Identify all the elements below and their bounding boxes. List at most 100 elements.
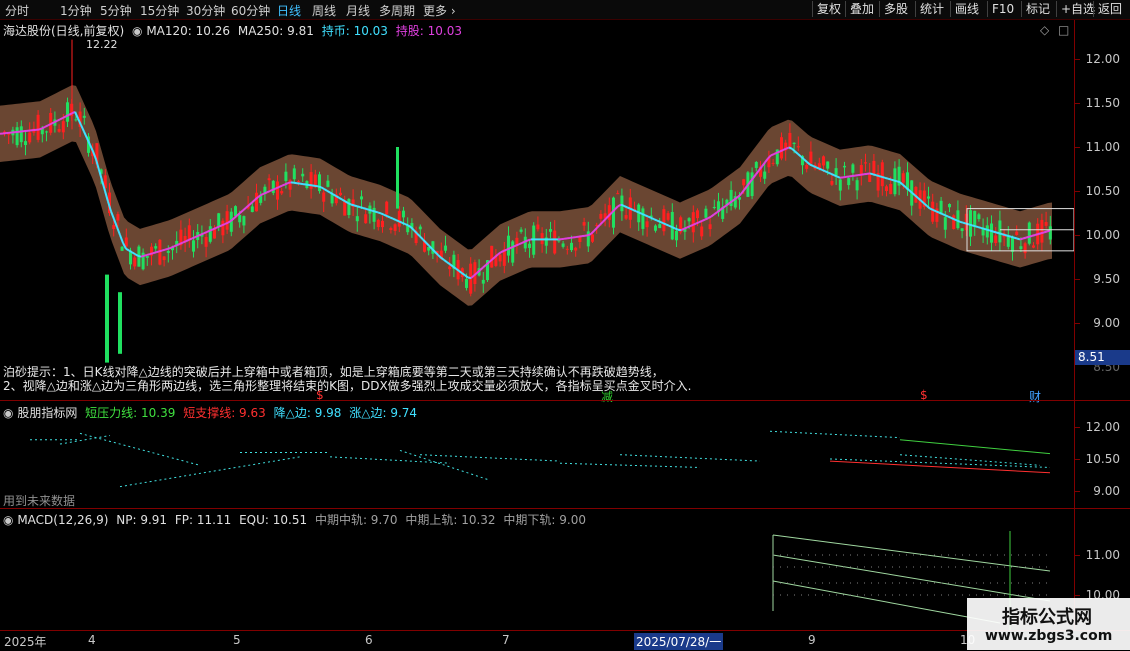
candle-body <box>755 162 758 168</box>
ma-line-segment <box>780 150 783 151</box>
tab-5min[interactable]: 5分钟 <box>100 2 132 19</box>
ma-line-segment <box>363 208 366 209</box>
candle-body <box>1040 220 1043 243</box>
draw-line-button[interactable]: 画线 <box>950 1 979 17</box>
tab-1min[interactable]: 1分钟 <box>60 2 92 19</box>
candle-body <box>83 116 86 118</box>
window-icon[interactable]: □ <box>1058 23 1069 37</box>
fuquan-button[interactable]: 复权 <box>812 1 841 17</box>
ma-line-segment <box>372 211 375 212</box>
crosshair-date-label: 2025/07/28/一 <box>634 633 723 650</box>
candle-body <box>591 234 594 241</box>
ma-line-segment <box>834 175 837 176</box>
candle-body <box>696 210 699 218</box>
overlay-button[interactable]: 叠加 <box>845 1 874 17</box>
candle-body <box>704 209 707 218</box>
ma-line-segment <box>774 153 777 154</box>
tab-weekly[interactable]: 周线 <box>312 2 336 19</box>
ma-line-segment <box>636 211 639 212</box>
settings-circle-icon[interactable]: ◉ <box>3 406 13 420</box>
ma-line-segment <box>588 234 591 235</box>
ma-line-segment <box>354 205 357 206</box>
ma-line-segment <box>633 210 636 211</box>
date-label: 7 <box>502 633 510 647</box>
candle-body <box>482 280 485 284</box>
ma-line-segment <box>1044 231 1047 232</box>
tab-30min[interactable]: 30分钟 <box>186 2 225 19</box>
candle-body <box>66 102 69 121</box>
back-button[interactable]: 返回 <box>1093 1 1122 17</box>
mark-button[interactable]: 标记 <box>1021 1 1050 17</box>
tab-60min[interactable]: 60分钟 <box>231 2 270 19</box>
ma-line-segment <box>891 180 894 181</box>
ma-line-segment <box>687 226 690 227</box>
stock-title: 海达股份(日线,前复权) <box>3 24 124 38</box>
price-tick: 10.50 <box>1086 184 1120 198</box>
candle-body <box>347 199 350 215</box>
tab-15min[interactable]: 15分钟 <box>140 2 179 19</box>
candle-body <box>217 213 220 227</box>
diamond-icon[interactable]: ◇ <box>1040 23 1049 37</box>
candle-body <box>742 179 745 185</box>
ma-line-segment <box>666 224 669 225</box>
candle-body <box>465 279 468 288</box>
ma-line-segment <box>948 217 951 218</box>
ma-line-segment <box>1023 238 1026 239</box>
ma-line-segment <box>201 233 204 234</box>
candle-body <box>881 162 884 186</box>
date-label: 5 <box>233 633 241 647</box>
candle-body <box>226 211 229 230</box>
indicator-tick: 10.50 <box>1086 452 1120 466</box>
multi-stock-button[interactable]: 多股 <box>879 1 908 17</box>
candle-body <box>326 181 329 187</box>
add-watchlist-button[interactable]: +自选 <box>1056 1 1095 17</box>
ma-line-segment <box>66 115 69 117</box>
tab-multi-period[interactable]: 多周期 <box>379 2 415 19</box>
indicator-name[interactable]: 股朋指标网 <box>17 406 77 420</box>
candle-body <box>952 215 955 229</box>
ma-line-segment <box>645 215 648 216</box>
ma-line-segment <box>963 223 966 224</box>
short-support-value: 短支撑线: 9.63 <box>183 406 266 420</box>
macd-title[interactable]: MACD(12,26,9) <box>17 513 108 527</box>
settings-circle-icon[interactable]: ◉ <box>132 24 142 38</box>
ma-line-segment <box>192 237 195 238</box>
ma-line-segment <box>351 204 354 205</box>
candle-body <box>297 181 300 182</box>
ma-line-segment <box>45 125 48 127</box>
ma-line-segment <box>993 231 996 232</box>
candle-body <box>24 141 27 145</box>
ma-line-segment <box>939 213 942 214</box>
candle-body <box>927 196 930 198</box>
tab-fenshi[interactable]: 分时 <box>5 2 29 19</box>
kline-chart[interactable] <box>0 20 1074 400</box>
ma-line-segment <box>165 249 168 250</box>
stats-button[interactable]: 统计 <box>915 1 944 17</box>
ma-line-segment <box>810 165 813 166</box>
settings-circle-icon[interactable]: ◉ <box>3 513 13 527</box>
tab-daily[interactable]: 日线 <box>277 2 301 19</box>
ma-line-segment <box>942 214 945 215</box>
candle-body <box>826 162 829 169</box>
kline-panel[interactable] <box>0 20 1075 400</box>
tab-monthly[interactable]: 月线 <box>346 2 370 19</box>
candle-body <box>339 193 342 195</box>
ma-line-segment <box>654 219 657 220</box>
candle-body <box>944 217 947 230</box>
channel-upper <box>773 535 1050 571</box>
price-tick: 11.00 <box>1086 140 1120 154</box>
candle-body <box>751 172 754 196</box>
ma-line-segment <box>825 171 828 172</box>
candle-body <box>583 222 586 225</box>
ma-line-segment <box>267 191 270 192</box>
tab-more[interactable]: 更多 › <box>423 2 456 19</box>
ma-line-segment <box>1035 234 1038 235</box>
ma-line-segment <box>174 245 177 246</box>
ma-line-segment <box>828 173 831 174</box>
macd-fp: FP: 11.11 <box>175 513 231 527</box>
ma-line-segment <box>981 228 984 229</box>
edge-line <box>80 433 200 465</box>
ma-line-segment <box>1008 236 1011 237</box>
f10-button[interactable]: F10 <box>987 1 1014 17</box>
ma-line-segment <box>141 256 144 257</box>
